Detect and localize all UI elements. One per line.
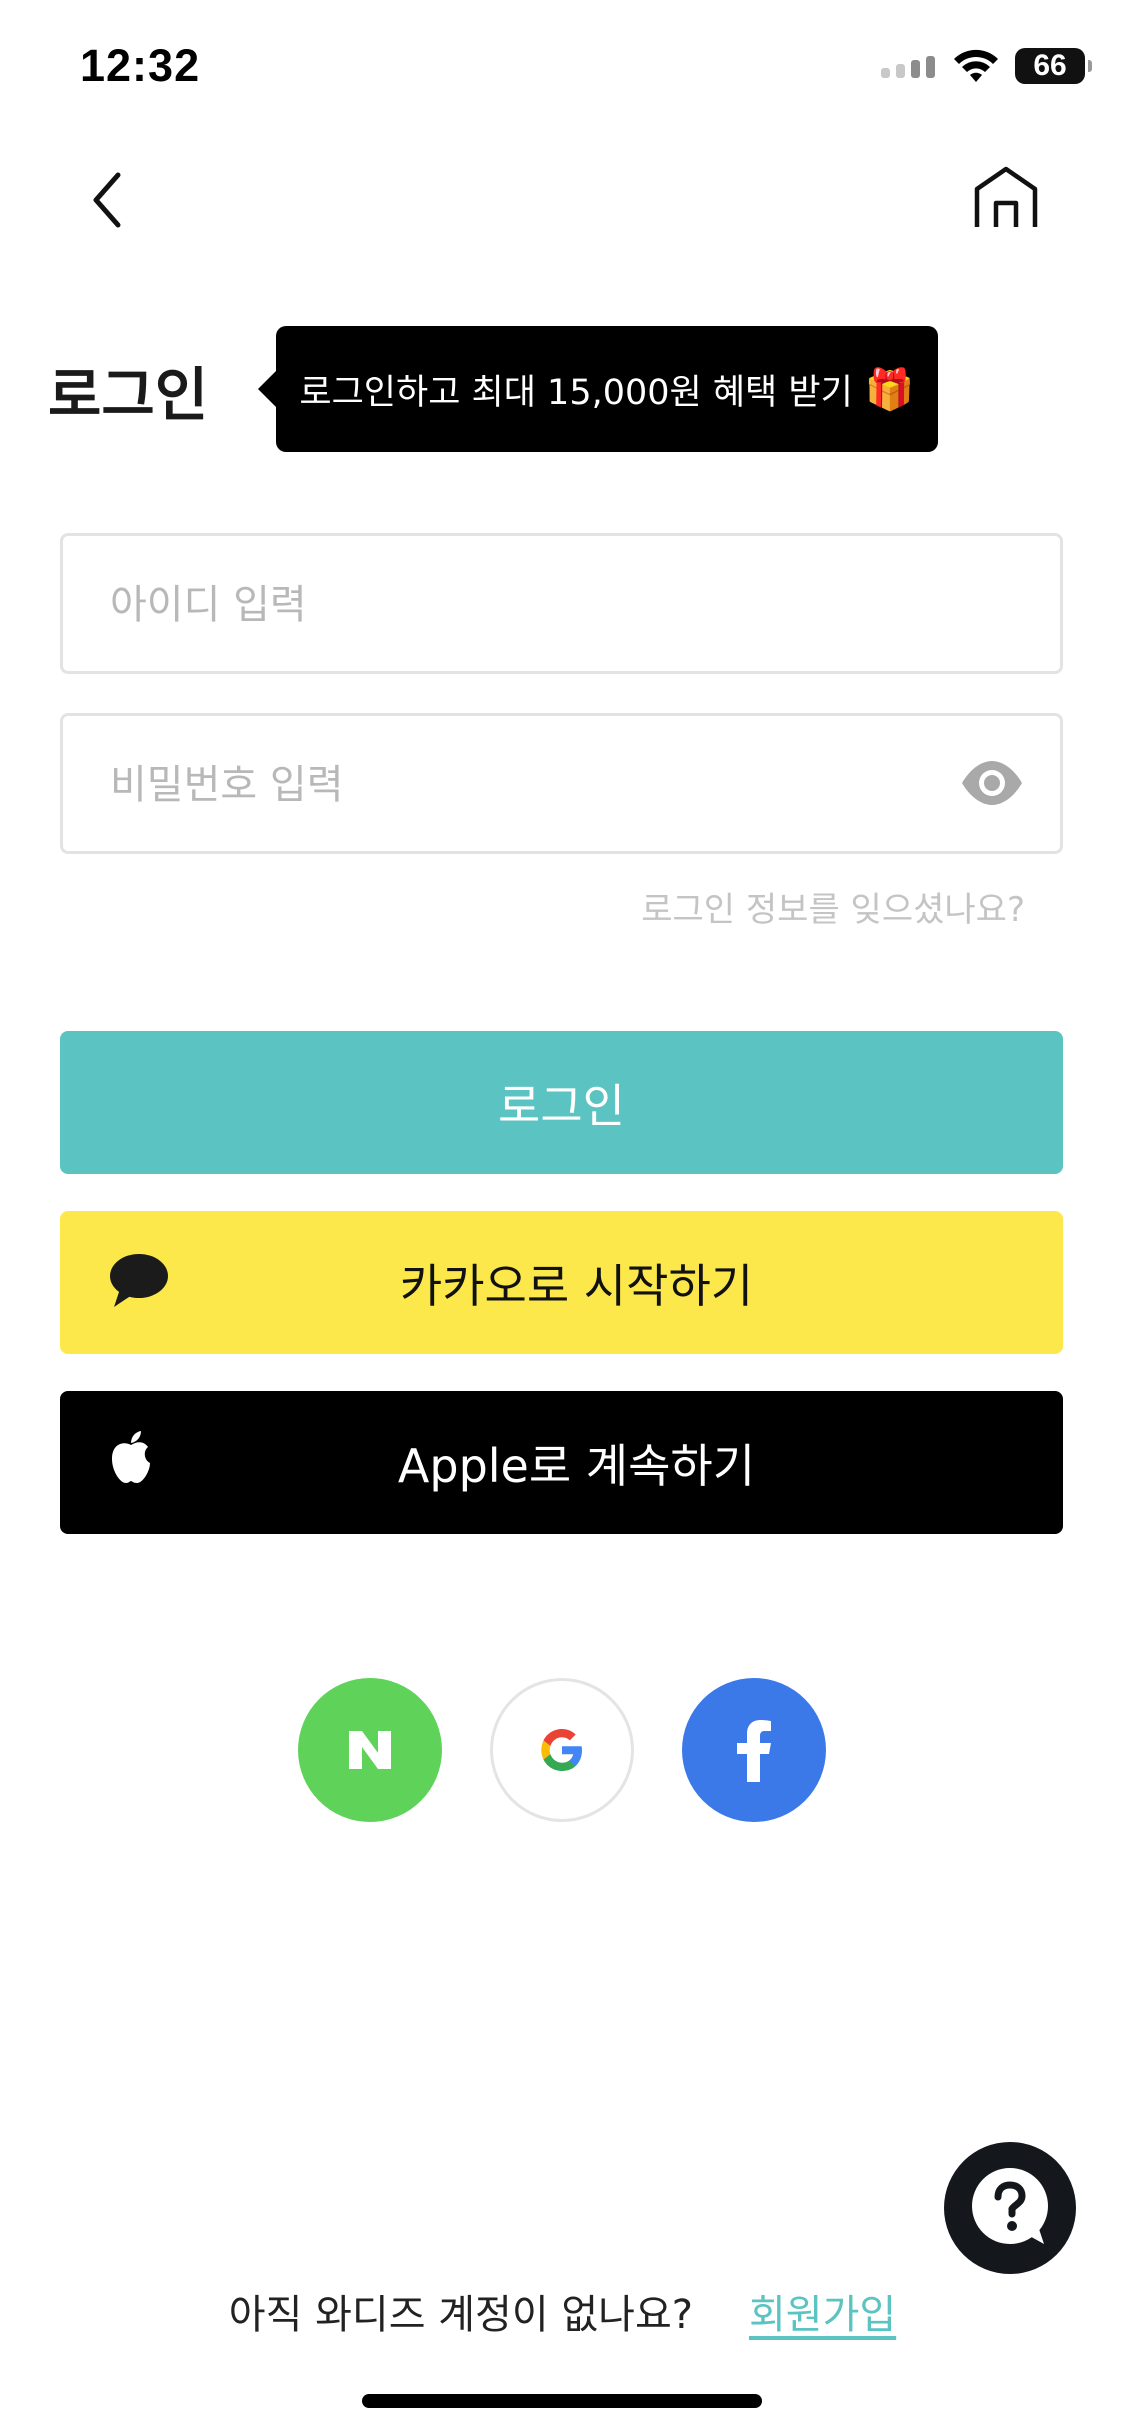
eye-icon [962, 761, 1022, 805]
apple-logo-icon [112, 1431, 150, 1483]
promo-tooltip: 로그인하고 최대 15,000원 혜택 받기 🎁 [258, 326, 938, 452]
facebook-login-button[interactable] [682, 1678, 826, 1822]
back-button[interactable] [80, 165, 140, 235]
signup-link[interactable]: 회원가입 [749, 2282, 896, 2340]
google-logo-icon [541, 1729, 582, 1771]
home-indicator [362, 2394, 762, 2408]
id-field[interactable] [60, 533, 1063, 674]
kakao-login-button[interactable]: 카카오로 시작하기 [60, 1211, 1063, 1354]
apple-login-button[interactable]: Apple로 계속하기 [60, 1391, 1063, 1534]
signup-question: 아직 와디즈 계정이 없나요? [228, 2292, 693, 2338]
signup-prompt: 아직 와디즈 계정이 없나요? 회원가입 [0, 2282, 1125, 2340]
login-button-label: 로그인 [498, 1078, 625, 1133]
help-chat-button[interactable] [944, 2142, 1076, 2274]
kakao-button-label: 카카오로 시작하기 [399, 1258, 754, 1313]
login-button[interactable]: 로그인 [60, 1031, 1063, 1174]
apple-button-label: Apple로 계속하기 [397, 1438, 756, 1493]
tooltip-text: 로그인하고 최대 15,000원 혜택 받기 [299, 372, 853, 413]
home-button[interactable] [971, 163, 1041, 233]
help-bubble-icon [972, 2168, 1048, 2244]
chevron-left-icon [93, 172, 121, 228]
naver-login-button[interactable] [298, 1678, 442, 1822]
signal-icon [881, 56, 935, 78]
page-title: 로그인 [48, 361, 209, 429]
id-input[interactable] [108, 536, 912, 673]
status-icons: 66 [881, 44, 1092, 88]
battery-indicator: 66 [1015, 48, 1092, 84]
status-time: 12:32 [80, 40, 201, 91]
google-login-button[interactable] [490, 1678, 634, 1822]
home-icon [974, 166, 1038, 227]
naver-logo-icon [349, 1731, 391, 1769]
password-input[interactable] [108, 716, 912, 853]
show-password-button[interactable] [960, 758, 1024, 808]
kakao-speech-bubble-icon [110, 1254, 168, 1307]
wifi-icon [954, 49, 998, 82]
gift-icon: 🎁 [864, 366, 915, 413]
password-field[interactable] [60, 713, 1063, 854]
forgot-login-link[interactable]: 로그인 정보를 잊으셨나요? [641, 882, 1025, 931]
facebook-logo-icon [737, 1720, 771, 1782]
